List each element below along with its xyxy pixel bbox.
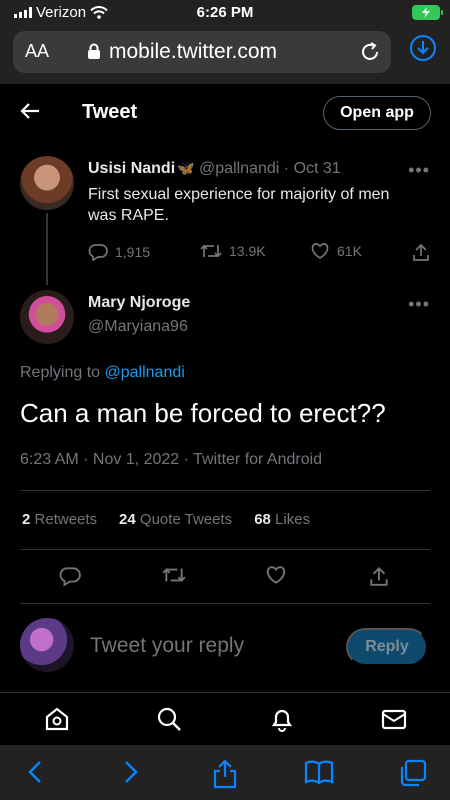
safari-toolbar (0, 745, 450, 800)
author-name[interactable]: Usisi Nandi (88, 160, 175, 177)
clock: 6:26 PM (196, 4, 254, 21)
reply-icon[interactable] (59, 565, 81, 587)
lock-icon (88, 43, 100, 59)
bookmarks-icon[interactable] (304, 759, 334, 785)
thread-line (46, 213, 48, 285)
quote-tweets-stat[interactable]: 24 Quote Tweets (119, 511, 232, 528)
forward-icon[interactable] (121, 759, 141, 785)
more-options-icon[interactable]: ••• (408, 294, 430, 315)
user-avatar[interactable] (20, 618, 74, 672)
main-tweet-actions (0, 565, 450, 589)
reply-input[interactable] (90, 634, 320, 658)
divider (20, 603, 430, 604)
divider (20, 549, 430, 550)
retweet-count: 13.9K (229, 243, 266, 259)
url-text: mobile.twitter.com (109, 40, 278, 63)
back-icon[interactable] (25, 759, 45, 785)
reply-action[interactable]: 1,915 (88, 242, 150, 262)
tabs-icon[interactable] (399, 759, 427, 787)
author-name[interactable]: Mary Njoroge (88, 294, 190, 312)
tweet-author-line: Usisi Nandi 🦋 @pallnandi · Oct 31 (88, 160, 341, 178)
reload-icon[interactable] (359, 41, 381, 63)
like-count: 61K (337, 243, 362, 259)
divider (20, 490, 430, 491)
tweet-header: Tweet Open app (0, 84, 450, 142)
open-app-button[interactable]: Open app (323, 96, 431, 130)
more-options-icon[interactable]: ••• (408, 160, 430, 181)
download-icon[interactable] (409, 34, 437, 62)
bell-icon[interactable] (269, 706, 295, 732)
search-icon[interactable] (156, 706, 182, 732)
text-size-button[interactable]: AA (25, 41, 49, 62)
share-icon (413, 243, 429, 261)
tweet-actions: 1,915 13.9K 61K (88, 242, 433, 264)
tweet-date[interactable]: Oct 31 (294, 160, 341, 177)
replying-to-handle[interactable]: @pallnandi (105, 364, 185, 381)
mail-icon[interactable] (381, 706, 407, 732)
bottom-nav (0, 692, 450, 744)
status-bar: Verizon 6:26 PM (0, 0, 450, 26)
tweet-stats: 2 Retweets 24 Quote Tweets 68 Likes (22, 511, 310, 528)
separator-dot: · (283, 160, 290, 177)
retweet-icon (200, 244, 222, 258)
browser-toolbar: AA mobile.twitter.com (0, 26, 450, 84)
replying-to: Replying to @pallnandi (20, 364, 185, 381)
share-action[interactable] (412, 242, 430, 262)
retweet-icon[interactable] (162, 565, 186, 585)
butterfly-emoji-icon: 🦋 (177, 160, 195, 176)
like-action[interactable]: 61K (310, 242, 362, 260)
avatar[interactable] (20, 290, 74, 344)
avatar[interactable] (20, 156, 74, 210)
author-handle[interactable]: @pallnandi (199, 160, 279, 177)
reply-icon (88, 244, 108, 262)
reply-button[interactable]: Reply (346, 628, 428, 666)
page-title: Tweet (82, 101, 138, 123)
retweets-stat[interactable]: 2 Retweets (22, 511, 97, 528)
tweet-text: First sexual experience for majority of … (88, 186, 390, 224)
tweet-meta[interactable]: 6:23 AM · Nov 1, 2022 · Twitter for Andr… (20, 451, 322, 469)
address-bar[interactable]: AA mobile.twitter.com (13, 31, 391, 73)
share-icon[interactable] (369, 565, 389, 587)
heart-icon (311, 243, 329, 260)
share-icon[interactable] (212, 759, 238, 789)
author-handle[interactable]: @Maryiana96 (88, 318, 188, 336)
home-icon[interactable] (44, 706, 70, 732)
back-arrow-icon[interactable] (20, 102, 40, 120)
retweet-action[interactable]: 13.9K (200, 242, 266, 260)
tweet-text: Can a man be forced to erect?? (20, 398, 386, 428)
likes-stat[interactable]: 68 Likes (254, 511, 310, 528)
reply-count: 1,915 (115, 244, 151, 260)
heart-icon[interactable] (265, 565, 287, 585)
battery-charging-icon (412, 5, 443, 20)
